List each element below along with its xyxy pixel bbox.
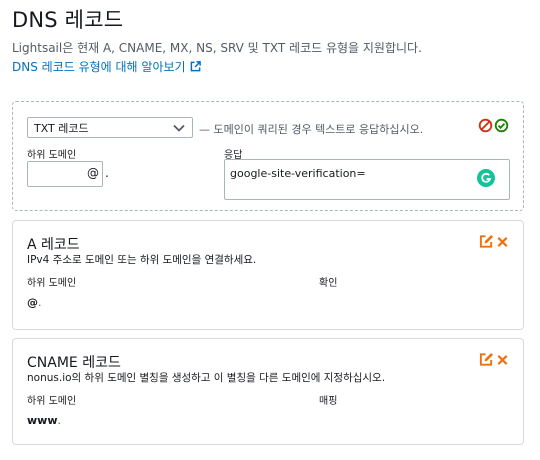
record-subdomain-value: www. [27,414,61,427]
external-link-icon [190,61,201,72]
chevron-down-icon [172,121,186,135]
record-description: IPv4 주소로 도메인 또는 하위 도메인을 연결하세요. [27,254,257,266]
subdomain-separator: . [105,166,109,180]
cname-record-card: CNAME 레코드 nonus.io의 하위 도메인 별칭을 생성하고 이 별칭… [12,338,524,445]
record-title: CNAME 레코드 [27,355,121,371]
record-description: nonus.io의 하위 도메인 별칭을 생성하고 이 별칭을 다른 도메인에 … [27,372,386,384]
subdomain-column-label: 하위 도메인 [27,278,77,289]
record-title: A 레코드 [27,237,80,253]
subdomain-at-suffix: @ [87,166,99,180]
resolves-to-column-label: 확인 [319,278,338,289]
learn-dns-record-types-link[interactable]: DNS 레코드 유형에 대해 알아보기 [12,58,201,75]
help-link-label: DNS 레코드 유형에 대해 알아보기 [12,60,186,74]
txt-record-edit-card: TXT 레코드 — 도메인이 쿼리된 경우 텍스트로 응답하십시오. 하위 도메… [12,101,524,211]
delete-icon[interactable] [496,234,509,249]
record-type-select[interactable]: TXT 레코드 [27,117,193,138]
a-record-card: A 레코드 IPv4 주소로 도메인 또는 하위 도메인을 연결하세요. 하위 … [12,220,524,330]
confirm-icon[interactable] [494,118,509,133]
edit-icon[interactable] [479,352,494,367]
record-type-value: TXT 레코드 [34,121,89,135]
page-title: DNS 레코드 [12,8,124,32]
subdomain-label: 하위 도메인 [27,150,77,161]
edit-icon[interactable] [479,234,494,249]
cancel-icon[interactable] [478,118,493,133]
answer-value: google-site-verification= [230,167,366,180]
delete-icon[interactable] [496,352,509,367]
page-description: Lightsail은 현재 A, CNAME, MX, NS, SRV 및 TX… [12,41,422,55]
record-actions [479,234,509,249]
record-actions [479,352,509,367]
grammarly-icon[interactable] [477,169,495,187]
maps-to-column-label: 매핑 [319,396,338,407]
record-type-hint: — 도메인이 쿼리된 경우 텍스트로 응답하십시오. [199,123,424,136]
answer-textarea[interactable]: google-site-verification= [224,159,510,200]
record-subdomain-value: @. [27,296,42,309]
edit-actions [478,118,509,133]
subdomain-column-label: 하위 도메인 [27,396,77,407]
